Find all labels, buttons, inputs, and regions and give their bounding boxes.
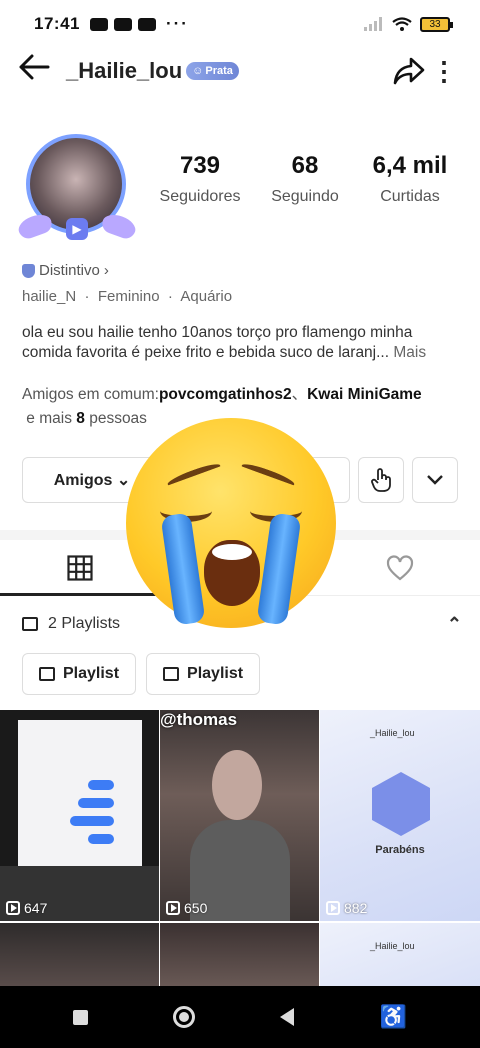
hand-pointer-icon [371,468,391,492]
bio-more-link[interactable]: Mais [393,344,426,361]
expand-suggestions-button[interactable] [412,457,458,503]
status-time: 17:41 [34,14,80,33]
video-thumbnail[interactable] [0,923,159,986]
grid-icon [67,554,93,581]
rank-badge[interactable]: ☺ Prata [186,62,239,80]
playlists-count: 2 Playlists [48,615,121,632]
following-label: Seguindo [271,188,339,205]
thumbnail-face [212,750,262,820]
chevron-right-icon: › [103,262,109,279]
nav-back-icon[interactable] [280,1008,295,1026]
view-count: 650 [166,900,207,916]
stat-followers[interactable]: 739 Seguidores [150,152,250,206]
distintivo-label: Distintivo [39,262,100,279]
following-count: 68 [291,152,319,179]
share-icon[interactable] [392,57,426,85]
profile-stats: 739 Seguidores 68 Seguindo 6,4 mil Curti… [150,152,460,206]
video-thumbnail[interactable]: _Hailie_lou Parabéns 882 [320,710,480,921]
share-profile-button[interactable] [358,457,404,503]
stat-likes[interactable]: 6,4 mil Curtidas [360,152,460,206]
view-count: 882 [326,900,367,916]
video-thumbnail[interactable] [160,923,319,986]
system-nav-bar: ♿ [0,986,480,1048]
profile-bio: ola eu sou hailie tenho 10anos torço pro… [22,323,462,363]
recents-icon[interactable] [72,1009,88,1025]
home-icon[interactable] [173,1006,196,1028]
followers-label: Seguidores [159,188,241,205]
battery-icon: 33 [420,16,453,32]
mutual-friend-2[interactable]: Kwai MiniGame [307,386,422,403]
distintivo-link[interactable]: Distintivo › [22,262,109,279]
video-overlay-text: @thomas [160,710,238,729]
mutual-separator: 、 [291,386,308,403]
thumbnail-title: Parabéns [375,844,425,856]
back-arrow-icon[interactable] [18,54,58,88]
play-icon [6,901,20,915]
playlist-icon [163,667,180,681]
avatar-frame-play-icon: ▶ [66,218,88,240]
chevron-down-icon [427,475,443,485]
avatar-frame-right-wing [99,210,139,242]
likes-count: 6,4 mil [372,152,448,179]
playlist-button[interactable]: Playlist [22,653,137,695]
view-count-value: 882 [344,900,368,916]
mutual-friend-1[interactable]: povcomgatinhos2 [159,386,292,403]
bio-text: ola eu sou hailie tenho 10anos torço pro… [22,324,413,361]
mutual-suffix: pessoas [84,410,147,427]
crying-emoji-overlay [126,418,336,628]
medal-icon [372,772,430,836]
likes-label: Curtidas [380,188,440,205]
stat-following[interactable]: 68 Seguindo [255,152,355,206]
view-count-value: 650 [184,900,208,916]
view-count-value: 647 [24,900,48,916]
followers-count: 739 [179,152,221,179]
playlist-icon [39,667,55,681]
playlist-icon [22,617,38,631]
mutual-mid: e mais [22,410,77,427]
badge-label: Prata [205,65,233,77]
video-thumbnail[interactable]: 647 [0,710,159,921]
shield-icon [22,263,35,278]
play-icon [166,901,180,915]
mutual-count: 8 [76,410,85,427]
more-notifications-icon: ··· [165,14,189,33]
mutual-prefix: Amigos em comum: [22,386,159,403]
video-thumbnail[interactable]: @thomas 650 [160,710,319,921]
profile-header: _Hailie_lou ☺ Prata ⋮ [0,48,480,94]
accessibility-icon[interactable]: ♿ [380,1004,407,1030]
tab-likes[interactable] [320,540,480,595]
playlist-list: Playlist Playlist [22,653,261,695]
wifi-icon [392,16,412,31]
status-bar: 17:41 ··· 33 [0,0,480,48]
video-thumbnail[interactable]: _Hailie_lou [320,923,480,986]
playlist-label: Playlist [63,665,120,682]
badge-face-icon: ☺ [192,65,204,77]
profile-meta: hailie_N · Feminino · Aquário [22,288,233,305]
thumbnail-author: _Hailie_lou [370,941,415,951]
heart-icon [386,554,414,580]
thumbnail-author: _Hailie_lou [370,728,415,738]
status-right: 33 [364,16,453,32]
video-grid: 647 @thomas 650 _Hailie_lou Parabéns 882… [0,710,480,986]
avatar[interactable]: ▶ [15,126,139,244]
chat-screenshot [18,720,142,870]
play-icon [326,901,340,915]
username-title: _Hailie_lou [66,58,183,83]
notification-icons [89,17,156,31]
playlist-label: Playlist [187,665,244,682]
more-options-icon[interactable]: ⋮ [426,58,462,84]
signal-icon [364,17,382,31]
view-count: 647 [6,900,47,916]
chevron-up-icon[interactable]: ⌃ [447,614,462,635]
playlist-button[interactable]: Playlist [146,653,261,695]
